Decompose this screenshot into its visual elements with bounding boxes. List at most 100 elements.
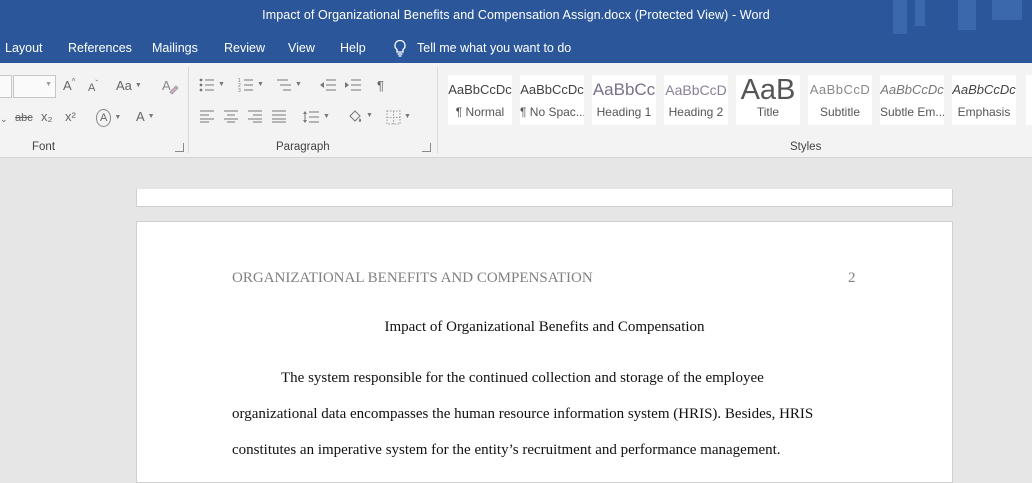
- borders-button[interactable]: ▼: [386, 109, 411, 125]
- numbered-list-icon: 123: [238, 78, 253, 93]
- style-sample: AaBbCcDc: [880, 82, 944, 97]
- style-subtle-emphasis[interactable]: AaBbCcDc Subtle Em...: [880, 75, 944, 125]
- style-heading-1[interactable]: AaBbCc Heading 1: [592, 75, 656, 125]
- subscript-icon: x₂: [41, 109, 53, 124]
- paragraph-dialog-launcher[interactable]: [422, 143, 431, 152]
- styles-group-label: Styles: [790, 141, 822, 153]
- font-dialog-launcher[interactable]: [175, 143, 184, 152]
- justify-button[interactable]: [271, 109, 287, 123]
- multilevel-list-icon: [277, 79, 291, 91]
- superscript-button[interactable]: x²: [65, 109, 76, 125]
- grow-font-button[interactable]: A ^: [63, 77, 75, 94]
- eraser-icon: A: [162, 78, 179, 95]
- line-spacing-button[interactable]: ▼: [302, 109, 330, 125]
- paragraph-group-label: Paragraph: [276, 141, 330, 153]
- previous-page-edge: [136, 189, 953, 207]
- style-emphasis[interactable]: AaBbCcDc Emphasis: [952, 75, 1016, 125]
- shrink-font-icon: A: [88, 82, 96, 94]
- increase-indent-button[interactable]: [344, 77, 362, 93]
- style-sample: AaBbCcD: [809, 82, 871, 97]
- change-case-button[interactable]: Aa ▼: [116, 78, 142, 94]
- tell-me-label: Tell me what you want to do: [417, 41, 572, 55]
- style-subtitle[interactable]: AaBbCcD Subtitle: [808, 75, 872, 125]
- tell-me-box[interactable]: Tell me what you want to do: [393, 39, 571, 57]
- text-effects-button[interactable]: A ▼: [96, 109, 121, 127]
- tab-layout[interactable]: Layout: [5, 41, 43, 55]
- font-color-button[interactable]: A ▼: [136, 109, 155, 125]
- tab-mailings[interactable]: Mailings: [152, 41, 198, 55]
- tab-help[interactable]: Help: [340, 41, 366, 55]
- strikethrough-icon: abc: [15, 112, 33, 124]
- multilevel-list-button[interactable]: ▼: [276, 77, 302, 93]
- document-page[interactable]: ORGANIZATIONAL BENEFITS AND COMPENSATION…: [136, 221, 953, 483]
- lightbulb-icon: [393, 39, 407, 57]
- ribbon: ▼ A ^ Aˇ Aa ▼ A ⌄ abc x₂ x² A ▼ A ▼ Font ▼: [0, 63, 1032, 158]
- align-center-button[interactable]: [223, 109, 239, 123]
- title-bar: Impact of Organizational Benefits and Co…: [0, 0, 1032, 34]
- style-sample: AaBbCcD: [665, 82, 727, 98]
- font-color-icon: A: [136, 109, 145, 124]
- align-left-button[interactable]: [199, 109, 215, 123]
- shrink-font-button[interactable]: Aˇ: [88, 79, 98, 96]
- font-name-dropdown[interactable]: [0, 75, 12, 98]
- align-center-icon: [224, 110, 238, 123]
- style-sample: AaBbCcDc: [520, 82, 584, 97]
- decrease-indent-button[interactable]: [319, 77, 337, 93]
- tab-view[interactable]: View: [288, 41, 315, 55]
- style-name: ¶ No Spac...: [520, 105, 584, 119]
- style-title[interactable]: AaB Title: [736, 75, 800, 125]
- style-next-partial: [1026, 75, 1032, 125]
- pilcrow-icon: ¶: [377, 78, 384, 93]
- paragraph-line: The system responsible for the continued…: [281, 370, 764, 386]
- paint-bucket-icon: [349, 110, 362, 122]
- svg-text:3: 3: [238, 88, 241, 93]
- superscript-icon: x²: [65, 109, 76, 124]
- separator: [188, 67, 189, 153]
- style-name: ¶ Normal: [455, 105, 505, 119]
- style-name: Emphasis: [957, 105, 1011, 119]
- style-heading-2[interactable]: AaBbCcD Heading 2: [664, 75, 728, 125]
- svg-text:A: A: [162, 78, 171, 93]
- tab-references[interactable]: References: [68, 41, 132, 55]
- decrease-indent-icon: [320, 79, 336, 91]
- align-right-button[interactable]: [247, 109, 263, 123]
- line-spacing-icon: [303, 111, 319, 123]
- style-sample: AaBbCc: [592, 80, 656, 99]
- style-sample: AaBbCcDc: [448, 82, 512, 97]
- text-effects-icon: A: [96, 109, 112, 127]
- shading-button[interactable]: ▼: [347, 108, 373, 124]
- window-title: Impact of Organizational Benefits and Co…: [262, 8, 770, 22]
- paragraph-line: organizational data encompasses the huma…: [232, 406, 814, 422]
- running-head: ORGANIZATIONAL BENEFITS AND COMPENSATION: [232, 270, 593, 286]
- style-sample: AaB: [740, 75, 796, 105]
- page-number: 2: [848, 270, 856, 286]
- change-case-icon: Aa: [116, 78, 132, 93]
- show-hide-button[interactable]: ¶: [377, 78, 384, 94]
- style-name: Heading 2: [668, 105, 724, 119]
- strikethrough-button[interactable]: abc: [15, 110, 33, 126]
- style-name: Title: [756, 105, 780, 119]
- bullets-button[interactable]: ▼: [199, 77, 225, 93]
- ribbon-tabs: Layout References Mailings Review View H…: [0, 34, 1032, 63]
- more-font-options[interactable]: ⌄: [0, 111, 8, 127]
- style-name: Subtitle: [819, 105, 861, 119]
- bullet-list-icon: [199, 78, 214, 92]
- subscript-button[interactable]: x₂: [41, 109, 53, 125]
- style-name: Subtle Em...: [880, 105, 944, 119]
- separator: [437, 67, 438, 153]
- paragraph-line: constitutes an imperative system for the…: [232, 442, 781, 458]
- font-group-label: Font: [32, 141, 56, 153]
- document-title: Impact of Organizational Benefits and Co…: [384, 319, 705, 335]
- tab-review[interactable]: Review: [224, 41, 265, 55]
- font-size-dropdown[interactable]: ▼: [13, 75, 56, 98]
- align-right-icon: [248, 110, 262, 123]
- clear-formatting-button[interactable]: A: [161, 77, 179, 95]
- numbering-button[interactable]: 123 ▼: [238, 77, 264, 93]
- style-sample: AaBbCcDc: [952, 82, 1016, 97]
- increase-indent-icon: [345, 79, 361, 91]
- style-no-spacing[interactable]: AaBbCcDc ¶ No Spac...: [520, 75, 584, 125]
- align-left-icon: [200, 110, 214, 123]
- grow-font-icon: A: [63, 78, 72, 93]
- style-normal[interactable]: AaBbCcDc ¶ Normal: [448, 75, 512, 125]
- style-name: Heading 1: [596, 105, 652, 119]
